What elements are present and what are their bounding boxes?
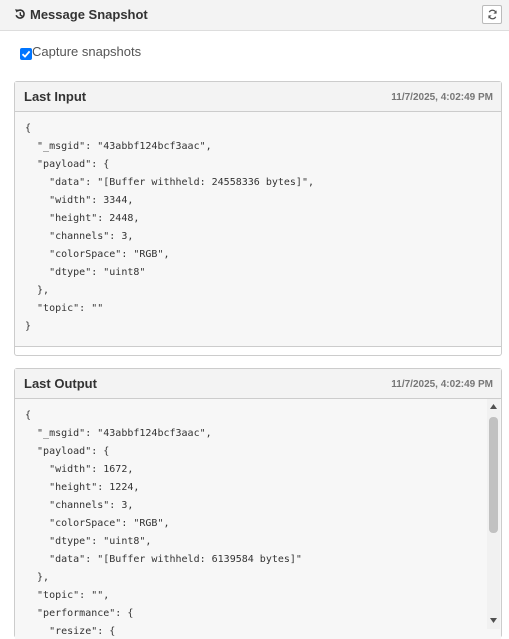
json-line: "channels": 3, (25, 231, 134, 242)
json-line: }, (25, 572, 50, 583)
json-line: "topic": "" (25, 303, 104, 314)
json-line: "dtype": "uint8" (25, 267, 146, 278)
capture-snapshots-checkbox[interactable] (20, 48, 32, 60)
json-line: "colorSpace": "RGB", (25, 518, 170, 529)
json-line: "topic": "", (25, 590, 110, 601)
last-input-json: { "_msgid": "43abbf124bcf3aac", "payload… (25, 120, 314, 336)
json-line: "width": 3344, (25, 195, 134, 206)
refresh-button[interactable] (482, 5, 502, 24)
json-line: "_msgid": "43abbf124bcf3aac", (25, 141, 212, 152)
json-line: { (25, 410, 32, 421)
last-output-json: { "_msgid": "43abbf124bcf3aac", "payload… (25, 407, 302, 639)
history-icon (15, 9, 25, 19)
page-title: Message Snapshot (30, 7, 148, 22)
json-line: "payload": { (25, 446, 110, 457)
json-line: "resize": { (25, 626, 116, 637)
json-line: "colorSpace": "RGB", (25, 249, 170, 260)
json-line: } (25, 321, 32, 332)
last-output-title: Last Output (24, 376, 97, 391)
last-input-title: Last Input (24, 89, 87, 104)
json-line: { (25, 123, 32, 134)
last-output-header: Last Output 11/7/2025, 4:02:49 PM (15, 369, 501, 399)
last-output-json-view[interactable]: { "_msgid": "43abbf124bcf3aac", "payload… (15, 399, 501, 639)
last-input-header: Last Input 11/7/2025, 4:02:49 PM (15, 82, 501, 112)
json-line: "dtype": "uint8", (25, 536, 152, 547)
last-input-panel: Last Input 11/7/2025, 4:02:49 PM { "_msg… (14, 81, 502, 356)
last-output-panel: Last Output 11/7/2025, 4:02:49 PM { "_ms… (14, 368, 502, 639)
json-line: "height": 1224, (25, 482, 140, 493)
output-scrollbar[interactable] (487, 399, 500, 629)
json-line: "data": "[Buffer withheld: 24558336 byte… (25, 177, 314, 188)
json-line: "performance": { (25, 608, 134, 619)
json-line: "_msgid": "43abbf124bcf3aac", (25, 428, 212, 439)
refresh-icon (488, 9, 497, 20)
json-line: "width": 1672, (25, 464, 134, 475)
json-line: "payload": { (25, 159, 110, 170)
json-line: }, (25, 285, 50, 296)
json-line: "channels": 3, (25, 500, 134, 511)
scroll-up-arrow-icon[interactable] (490, 404, 497, 409)
json-line: "data": "[Buffer withheld: 6139584 bytes… (25, 554, 302, 565)
checkmark-icon (21, 50, 31, 58)
last-input-timestamp: 11/7/2025, 4:02:49 PM (391, 92, 493, 103)
last-output-timestamp: 11/7/2025, 4:02:49 PM (391, 379, 493, 390)
scroll-down-arrow-icon[interactable] (490, 618, 497, 623)
snapshot-header: Message Snapshot (0, 0, 509, 31)
scrollbar-thumb[interactable] (489, 417, 498, 533)
json-line: "height": 2448, (25, 213, 140, 224)
last-input-json-view[interactable]: { "_msgid": "43abbf124bcf3aac", "payload… (15, 112, 501, 347)
capture-snapshots-label: Capture snapshots (32, 44, 142, 59)
